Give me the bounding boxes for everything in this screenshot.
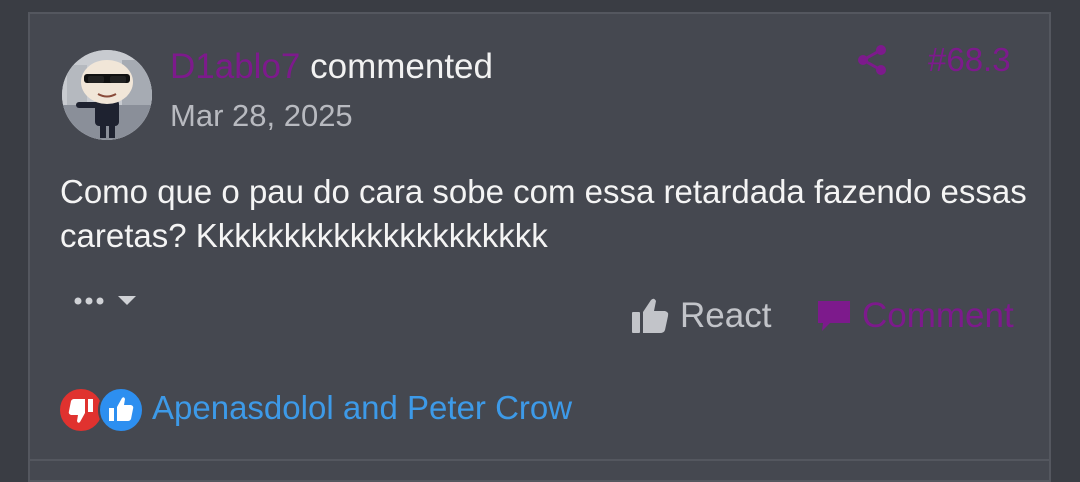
post-number-link[interactable]: #68.3	[928, 40, 1011, 80]
avatar[interactable]	[62, 50, 152, 140]
react-button[interactable]: React	[630, 294, 771, 338]
thumbs-up-icon	[98, 387, 144, 433]
author-name-link[interactable]: D1ablo7	[170, 47, 300, 86]
reaction-users-link[interactable]: Apenasdolol and Peter Crow	[152, 389, 572, 427]
reactions-summary: Apenasdolol and Peter Crow	[58, 385, 572, 433]
thumbs-up-icon	[632, 298, 669, 333]
comment-button[interactable]: Comment	[816, 294, 1014, 338]
post-date[interactable]: Mar 28, 2025	[170, 96, 353, 136]
comment-body: Como que o pau do cara sobe com essa ret…	[60, 173, 1027, 254]
more-dots-icon	[74, 296, 136, 305]
divider	[28, 459, 1051, 461]
author-line: D1ablo7 commented	[170, 46, 493, 88]
more-options-button[interactable]	[72, 290, 140, 312]
author-action-text: commented	[310, 47, 493, 86]
reaction-icons[interactable]	[58, 385, 144, 433]
comment-icon	[818, 301, 850, 331]
comment-label: Comment	[862, 296, 1014, 335]
avatar-image	[62, 50, 152, 140]
share-icon[interactable]	[855, 43, 889, 77]
react-label: React	[680, 296, 772, 335]
page-background: D1ablo7 commented Mar 28, 2025 #68.3 Com…	[0, 0, 1080, 482]
